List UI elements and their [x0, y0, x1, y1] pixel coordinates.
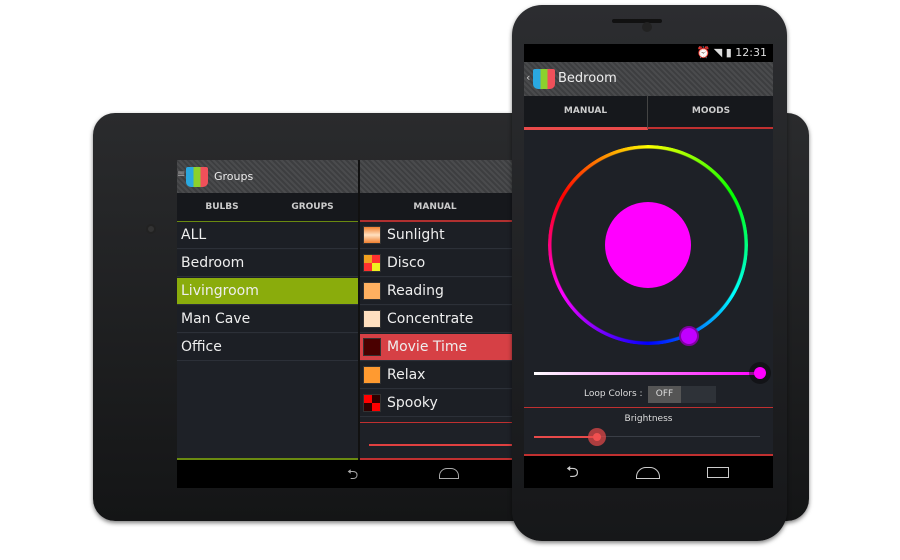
mood-item[interactable]: Reading: [360, 278, 522, 305]
tablet-right-tabs: MANUAL: [360, 193, 522, 222]
group-item[interactable]: ALL: [177, 222, 358, 249]
mood-item[interactable]: Disco: [360, 250, 522, 277]
mood-label: Disco: [387, 255, 426, 271]
group-item[interactable]: Man Cave: [177, 306, 358, 333]
mood-swatch-icon: [363, 366, 381, 384]
tablet-camera: [146, 224, 156, 234]
mood-item[interactable]: Sunlight: [360, 222, 522, 249]
tablet-title: Groups: [214, 170, 254, 183]
home-icon[interactable]: [636, 467, 660, 479]
group-item[interactable]: Livingroom: [177, 278, 358, 305]
group-list: ALL Bedroom Livingroom Man Cave Office: [177, 222, 358, 460]
tab-moods[interactable]: MOODS: [649, 96, 773, 127]
mood-label: Reading: [387, 283, 444, 299]
phone-action-bar: ‹ Bedroom: [524, 62, 773, 96]
mood-list: Sunlight Disco Reading Concentrate Movie Tim…: [360, 222, 522, 422]
battery-icon: ▮: [725, 46, 732, 59]
clock: 12:31: [735, 46, 767, 59]
app-logo: [533, 69, 555, 89]
brightness-label: Brightness: [624, 414, 673, 424]
up-icon[interactable]: ‹: [526, 71, 530, 84]
mood-label: Relax: [387, 367, 426, 383]
mood-label: Spooky: [387, 395, 438, 411]
mood-item[interactable]: Concentrate: [360, 306, 522, 333]
phone-camera: [642, 22, 652, 32]
saturation-slider[interactable]: [534, 372, 760, 375]
mood-swatch-icon: [363, 254, 381, 272]
drawer-icon[interactable]: ≡: [177, 169, 185, 180]
back-icon[interactable]: ⮌: [566, 461, 579, 488]
tab-bulbs[interactable]: BULBS: [177, 193, 267, 221]
alarm-icon: ⏰: [696, 46, 711, 59]
recent-apps-icon[interactable]: [707, 467, 729, 478]
mood-item[interactable]: Movie Time: [360, 334, 522, 361]
mood-swatch-icon: [363, 338, 381, 356]
phone-screen: ⏰ ◥ ▮ 12:31 ‹ Bedroom MANUAL MOODS Loop …: [524, 44, 773, 488]
app-logo: [186, 167, 208, 187]
mood-item[interactable]: Relax: [360, 362, 522, 389]
phone-nav-bar: ⮌: [524, 456, 773, 488]
mood-item[interactable]: Spooky: [360, 390, 522, 417]
tab-manual[interactable]: MANUAL: [524, 96, 648, 130]
phone-tabs: MANUAL MOODS: [524, 96, 773, 130]
tab-groups[interactable]: GROUPS: [267, 193, 358, 223]
toggle-state: OFF: [648, 386, 681, 403]
color-wheel-handle[interactable]: [679, 326, 699, 346]
phone-title: Bedroom: [558, 71, 617, 86]
mood-swatch-icon: [363, 310, 381, 328]
mood-label: Sunlight: [387, 227, 445, 243]
loop-colors-label: Loop Colors :: [584, 389, 643, 399]
tab-manual[interactable]: MANUAL: [360, 193, 510, 221]
mood-label: Movie Time: [387, 339, 468, 355]
brightness-slider-handle[interactable]: [588, 428, 607, 446]
status-bar: ⏰ ◥ ▮ 12:31: [524, 44, 773, 62]
mood-swatch-icon: [363, 394, 381, 412]
tablet-action-bar: ≡ Groups: [177, 160, 522, 193]
phone-speaker: [612, 19, 662, 23]
mood-swatch-icon: [363, 226, 381, 244]
back-icon[interactable]: ⮌: [347, 464, 358, 488]
saturation-slider-handle[interactable]: [754, 367, 766, 379]
home-icon[interactable]: [439, 468, 459, 479]
mood-swatch-icon: [363, 282, 381, 300]
tablet-tabs: BULBS GROUPS: [177, 193, 358, 223]
tablet-screen: ≡ Groups BULBS GROUPS ALL Bedroom Livingro…: [177, 160, 522, 488]
group-item[interactable]: Office: [177, 334, 358, 361]
loop-colors-toggle[interactable]: OFF: [648, 386, 716, 403]
mood-label: Concentrate: [387, 311, 474, 327]
group-item[interactable]: Bedroom: [177, 250, 358, 277]
tablet-nav-bar: ⮌: [177, 460, 522, 488]
tablet-slider[interactable]: [369, 444, 522, 446]
wifi-icon: ◥: [713, 46, 723, 59]
selected-color-preview: [605, 202, 691, 288]
